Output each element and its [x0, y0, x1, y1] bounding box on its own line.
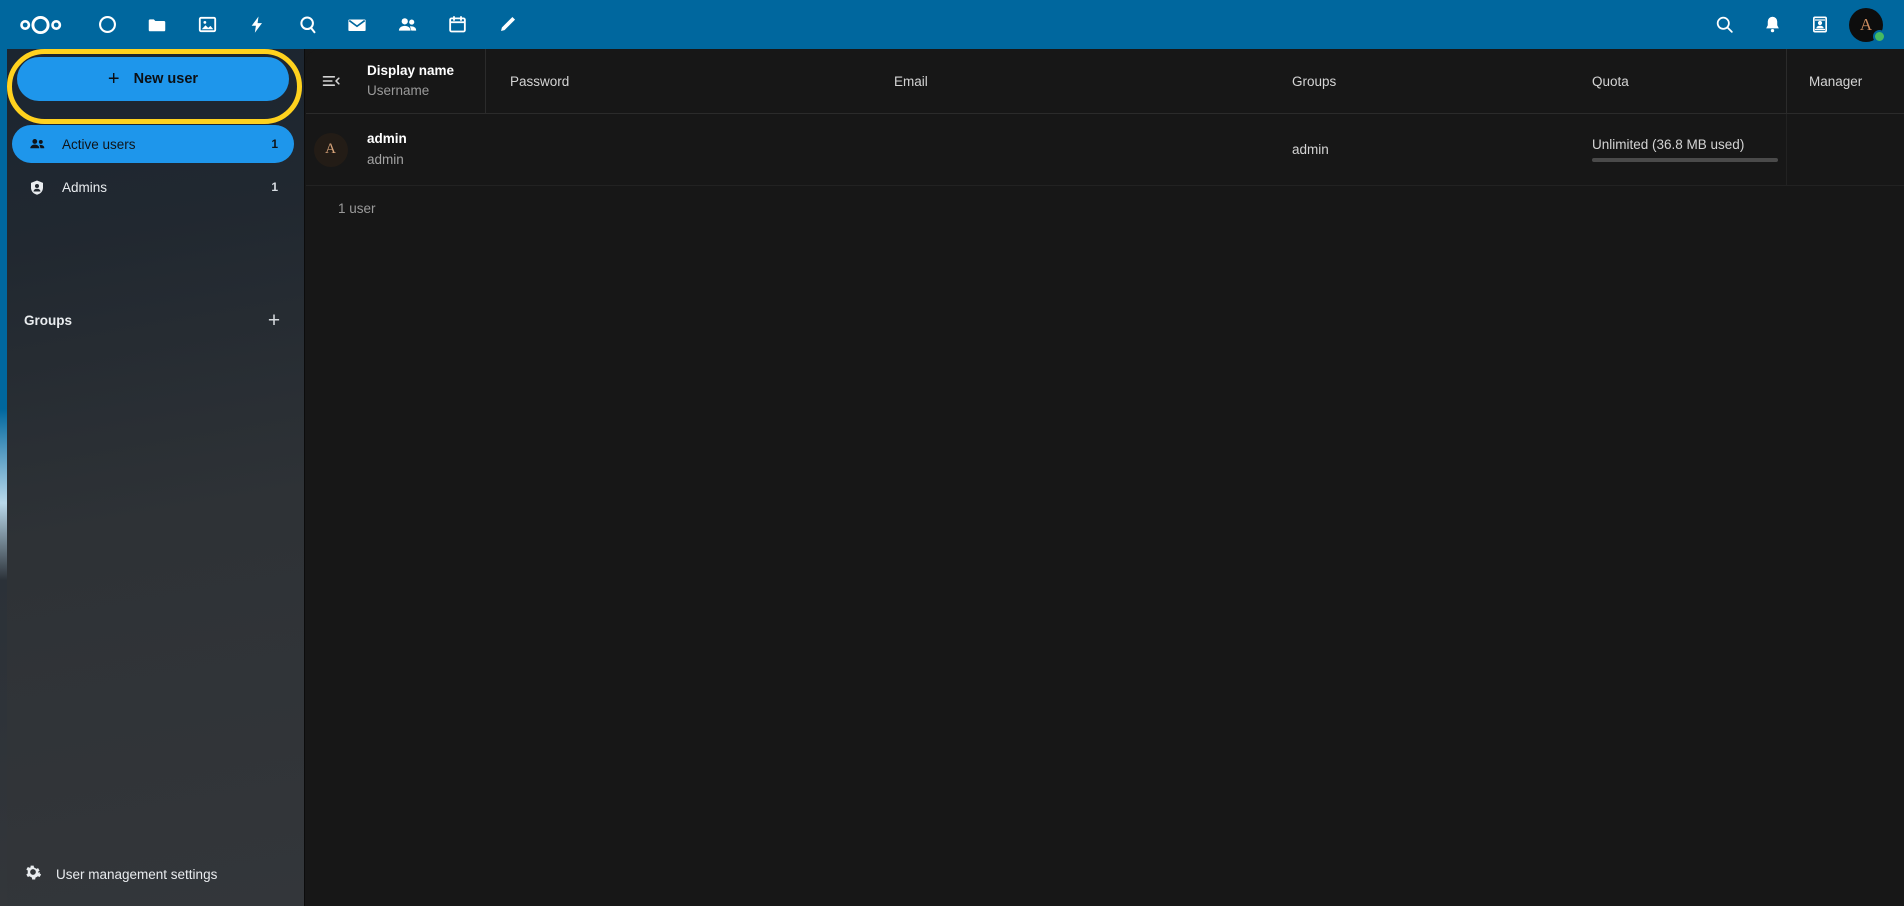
cell-password[interactable] — [485, 114, 880, 185]
cell-groups[interactable]: admin — [1278, 114, 1578, 185]
user-count-label: 1 user — [338, 201, 376, 216]
user-count-row: 1 user — [306, 186, 1904, 230]
shield-account-icon — [28, 178, 54, 197]
activity-app-icon[interactable] — [232, 0, 282, 49]
column-header-manager-label: Manager — [1809, 74, 1862, 89]
sidebar-item-label: Admins — [62, 180, 107, 195]
header-actions: A — [1700, 0, 1904, 49]
cell-username-value: admin — [367, 150, 404, 170]
column-header-manager[interactable]: Manager — [1786, 49, 1904, 113]
user-table-header: Display name Username Password Email Gro… — [306, 49, 1904, 114]
avatar-status-dot — [1873, 30, 1886, 43]
new-user-button-label: New user — [134, 71, 198, 87]
toggle-columns-icon[interactable] — [306, 49, 353, 113]
photos-app-icon[interactable] — [182, 0, 232, 49]
sidebar-item-count: 1 — [271, 180, 278, 194]
column-header-display-name[interactable]: Display name Username — [353, 49, 485, 113]
column-header-password[interactable]: Password — [485, 49, 880, 113]
mail-app-icon[interactable] — [332, 0, 382, 49]
contacts-app-icon[interactable] — [382, 0, 432, 49]
gear-icon — [24, 863, 42, 886]
notifications-bell-icon[interactable] — [1748, 0, 1796, 49]
add-group-button[interactable]: + — [259, 305, 289, 335]
sidebar-left-edge — [0, 49, 7, 906]
avatar: A — [314, 133, 348, 167]
column-header-email-label: Email — [894, 74, 928, 89]
row-actions — [1786, 114, 1904, 185]
nextcloud-logo[interactable] — [0, 0, 82, 49]
cell-email[interactable] — [880, 114, 1278, 185]
cell-display-name[interactable]: admin admin — [353, 114, 485, 185]
user-avatar-menu[interactable]: A — [1844, 0, 1888, 49]
main-content: Display name Username Password Email Gro… — [306, 49, 1904, 906]
quota-progress-bar — [1592, 158, 1778, 162]
groups-section-header: Groups + — [0, 304, 305, 336]
app-header: A — [0, 0, 1904, 49]
cell-groups-value: admin — [1292, 142, 1329, 157]
group-icon — [28, 135, 54, 153]
notes-app-icon[interactable] — [482, 0, 532, 49]
sidebar-item-label: Active users — [62, 137, 136, 152]
calendar-app-icon[interactable] — [432, 0, 482, 49]
column-header-email[interactable]: Email — [880, 49, 1278, 113]
new-user-button[interactable]: + New user — [17, 57, 289, 101]
column-header-groups[interactable]: Groups — [1278, 49, 1578, 113]
app-navigation-icons — [0, 0, 532, 49]
column-header-username-label: Username — [367, 81, 429, 101]
sidebar: + New user Active users 1 Admins 1 Group… — [0, 49, 305, 906]
column-header-display-name-label: Display name — [367, 61, 454, 81]
table-row[interactable]: A admin admin admin Unlimited (36.8 MB u… — [306, 114, 1904, 186]
column-header-password-label: Password — [510, 74, 569, 89]
sidebar-item-active-users[interactable]: Active users 1 — [12, 125, 294, 163]
search-icon[interactable] — [1700, 0, 1748, 49]
plus-icon: + — [108, 69, 120, 89]
user-management-settings-button[interactable]: User management settings — [0, 852, 305, 896]
column-header-quota[interactable]: Quota — [1578, 49, 1786, 113]
sidebar-footer-label: User management settings — [56, 867, 217, 882]
files-app-icon[interactable] — [132, 0, 182, 49]
dashboard-app-icon[interactable] — [82, 0, 132, 49]
contacts-menu-icon[interactable] — [1796, 0, 1844, 49]
cell-quota-value: Unlimited (36.8 MB used) — [1592, 137, 1744, 152]
cell-quota[interactable]: Unlimited (36.8 MB used) — [1578, 114, 1786, 185]
groups-caption: Groups — [24, 313, 72, 328]
talk-app-icon[interactable] — [282, 0, 332, 49]
column-header-groups-label: Groups — [1292, 74, 1336, 89]
sidebar-item-admins[interactable]: Admins 1 — [12, 168, 294, 206]
row-avatar-cell: A — [306, 114, 353, 185]
column-header-quota-label: Quota — [1592, 74, 1629, 89]
cell-display-name-value: admin — [367, 129, 407, 149]
sidebar-item-count: 1 — [271, 137, 278, 151]
